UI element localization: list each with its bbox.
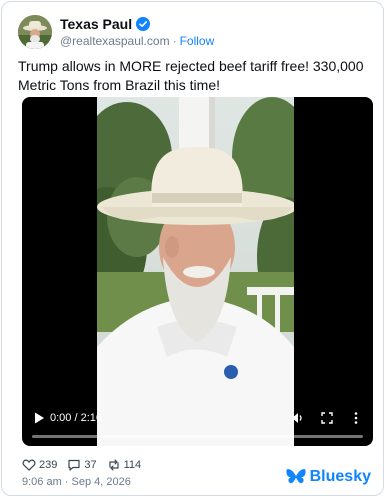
- post-text: Trump allows in MORE rejected beef tarif…: [18, 58, 364, 93]
- video-progress-bar[interactable]: [32, 435, 363, 438]
- video-controls: 0:00 / 2:16: [22, 402, 373, 446]
- follow-button[interactable]: Follow: [180, 34, 215, 48]
- video-frame: [97, 97, 294, 446]
- post-stats: 239 37 114: [22, 458, 151, 472]
- author-name[interactable]: Texas Paul: [60, 16, 132, 33]
- separator: ·: [172, 33, 177, 48]
- reply-count: 37: [84, 459, 97, 471]
- more-options-icon[interactable]: [349, 411, 363, 425]
- reply-icon: [68, 459, 80, 471]
- like-button[interactable]: 239: [22, 458, 57, 472]
- repost-icon: [109, 459, 119, 471]
- video-player[interactable]: 0:00 / 2:16: [22, 97, 373, 446]
- verified-icon: [136, 17, 151, 31]
- post-timestamp[interactable]: 9:06 am · Sep 4, 2026: [22, 476, 131, 488]
- post-card: Texas Paul @realtexaspaul.com · Follow Tru…: [1, 1, 384, 496]
- repost-count: 114: [123, 459, 142, 471]
- brand-name: Bluesky: [309, 468, 371, 485]
- avatar[interactable]: [18, 15, 52, 49]
- video-time: 0:00 / 2:16: [50, 412, 102, 424]
- bluesky-logo[interactable]: Bluesky: [286, 468, 371, 486]
- like-count: 239: [39, 459, 58, 471]
- play-icon[interactable]: [32, 411, 46, 425]
- heart-icon: [22, 459, 36, 471]
- reply-button[interactable]: 37: [67, 458, 97, 472]
- butterfly-icon: [286, 469, 306, 484]
- repost-button[interactable]: 114: [107, 458, 142, 472]
- volume-icon[interactable]: [290, 411, 304, 425]
- post-header: Texas Paul @realtexaspaul.com · Follow: [18, 14, 214, 50]
- fullscreen-icon[interactable]: [320, 411, 334, 425]
- author-info: Texas Paul @realtexaspaul.com · Follow: [60, 16, 214, 49]
- author-handle[interactable]: @realtexaspaul.com: [60, 34, 170, 48]
